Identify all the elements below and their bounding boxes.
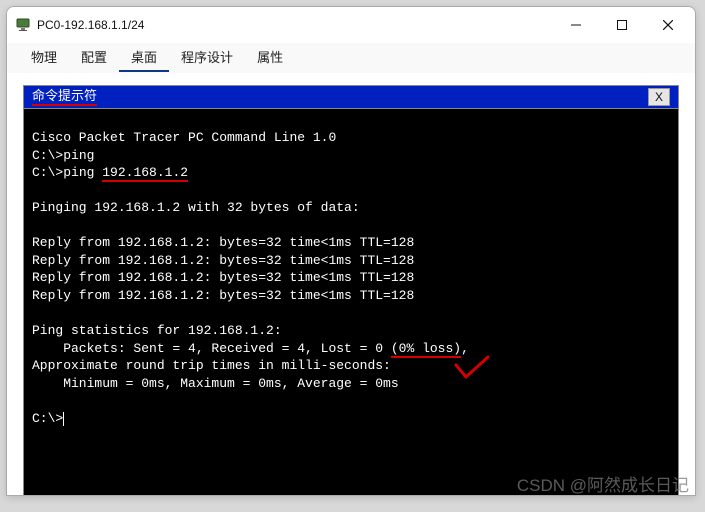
rtt-values: Minimum = 0ms, Maximum = 0ms, Average = … bbox=[32, 376, 399, 391]
stats-loss: (0% loss) bbox=[391, 341, 461, 358]
terminal[interactable]: Cisco Packet Tracer PC Command Line 1.0 … bbox=[23, 109, 679, 495]
close-button[interactable] bbox=[645, 9, 691, 41]
content-area: 命令提示符 X Cisco Packet Tracer PC Command L… bbox=[7, 73, 695, 495]
reply-line: Reply from 192.168.1.2: bytes=32 time<1m… bbox=[32, 235, 414, 250]
cmd-2-pre: ping bbox=[63, 165, 102, 180]
cmd-close-button[interactable]: X bbox=[648, 88, 670, 106]
window-title: PC0-192.168.1.1/24 bbox=[37, 18, 553, 32]
stats-packets-pre: Packets: Sent = 4, Received = 4, Lost = … bbox=[32, 341, 391, 356]
cmd-1: ping bbox=[63, 148, 94, 163]
minimize-button[interactable] bbox=[553, 9, 599, 41]
maximize-button[interactable] bbox=[599, 9, 645, 41]
tab-desktop[interactable]: 桌面 bbox=[119, 43, 169, 72]
cmd-titlebar[interactable]: 命令提示符 X bbox=[23, 85, 679, 109]
cmd-title: 命令提示符 bbox=[32, 88, 97, 106]
reply-line: Reply from 192.168.1.2: bytes=32 time<1m… bbox=[32, 253, 414, 268]
pc-icon bbox=[15, 17, 31, 33]
banner-line: Cisco Packet Tracer PC Command Line 1.0 bbox=[32, 130, 336, 145]
prompt-3: C:\> bbox=[32, 411, 63, 426]
tab-config[interactable]: 配置 bbox=[69, 43, 119, 72]
stats-header: Ping statistics for 192.168.1.2: bbox=[32, 323, 282, 338]
tab-physical[interactable]: 物理 bbox=[19, 43, 69, 72]
app-window: PC0-192.168.1.1/24 物理 配置 桌面 程序设计 属性 命令提示… bbox=[6, 6, 696, 496]
prompt-1: C:\> bbox=[32, 148, 63, 163]
tab-programming[interactable]: 程序设计 bbox=[169, 43, 245, 72]
cmd-2-target: 192.168.1.2 bbox=[102, 165, 188, 182]
checkmark-annotation bbox=[454, 355, 490, 381]
tab-attributes[interactable]: 属性 bbox=[245, 43, 295, 72]
prompt-2: C:\> bbox=[32, 165, 63, 180]
reply-line: Reply from 192.168.1.2: bytes=32 time<1m… bbox=[32, 288, 414, 303]
rtt-header: Approximate round trip times in milli-se… bbox=[32, 358, 391, 373]
pinging-line: Pinging 192.168.1.2 with 32 bytes of dat… bbox=[32, 200, 360, 215]
cursor bbox=[63, 412, 64, 426]
titlebar[interactable]: PC0-192.168.1.1/24 bbox=[7, 7, 695, 43]
tab-bar: 物理 配置 桌面 程序设计 属性 bbox=[7, 43, 695, 73]
reply-line: Reply from 192.168.1.2: bytes=32 time<1m… bbox=[32, 270, 414, 285]
